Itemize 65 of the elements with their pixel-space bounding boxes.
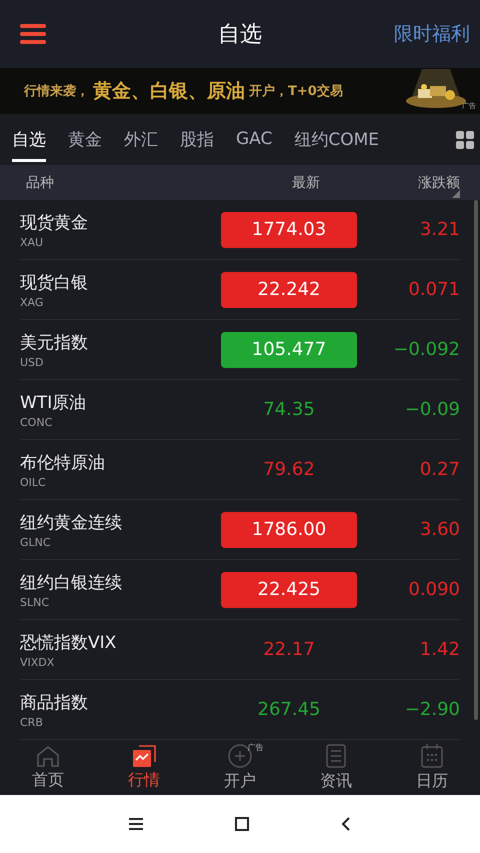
grid-icon[interactable] [456, 130, 474, 148]
calendar-icon [421, 744, 443, 768]
price-text: 74.35 [263, 399, 315, 420]
price-badge: 1786.00 [221, 512, 357, 548]
instrument-code: XAG [20, 296, 44, 308]
category-tab[interactable]: GAC [236, 119, 272, 160]
instrument-name: 现货白银 [20, 272, 89, 294]
change-text: −0.09 [404, 399, 460, 420]
column-header[interactable]: 涨跌额 [402, 174, 460, 192]
ad-tag: 广告 [248, 742, 264, 753]
instrument-code: USD [20, 356, 45, 368]
instrument-name: WTI原油 [20, 392, 88, 414]
category-tab[interactable]: 纽约COME [294, 118, 380, 162]
instrument-code: GLNC [20, 536, 52, 548]
price-badge: 22.242 [221, 272, 357, 308]
sort-icon [452, 190, 460, 198]
instrument-code: CONC [20, 416, 54, 428]
promo-link[interactable]: 限时福利 [394, 21, 470, 47]
page-title: 自选 [218, 21, 262, 49]
instrument-code: XAU [20, 236, 44, 248]
price-badge: 22.425 [221, 572, 357, 608]
instrument-code: OILC [20, 476, 47, 488]
instrument-code: VIXDX [20, 656, 56, 668]
instrument-name: 美元指数 [20, 332, 89, 354]
instrument-code: SLNC [20, 596, 50, 608]
instrument-name: 商品指数 [20, 692, 89, 714]
nav-tab[interactable]: 日历 [384, 740, 480, 795]
chart-icon [132, 744, 156, 766]
instrument-code: CRB [20, 716, 44, 728]
back-icon[interactable] [341, 817, 351, 831]
home-icon [36, 744, 60, 766]
category-tab[interactable]: 股指 [180, 118, 214, 162]
change-text: −0.092 [392, 339, 460, 360]
column-header: 品种 [26, 174, 55, 192]
instrument-name: 布伦特原油 [20, 452, 106, 474]
category-tab[interactable]: 外汇 [124, 118, 158, 162]
home-square-icon[interactable] [235, 817, 249, 831]
change-text: 0.27 [418, 459, 460, 480]
banner-headline: 黄金、白银、原油 [93, 79, 245, 104]
instrument-name: 恐慌指数VIX [20, 632, 118, 654]
column-header: 最新 [292, 174, 321, 192]
price-text: 267.45 [258, 699, 320, 720]
instrument-name: 现货黄金 [20, 212, 89, 234]
nav-tab[interactable]: 首页 [0, 740, 96, 795]
instrument-name: 纽约白银连续 [20, 572, 123, 594]
price-badge: 1774.03 [221, 212, 357, 248]
price-text: 22.17 [263, 639, 315, 660]
change-text: −2.90 [404, 699, 460, 720]
change-text: 0.090 [407, 579, 460, 600]
change-text: 3.21 [418, 219, 460, 240]
price-text: 79.62 [263, 459, 315, 480]
nav-tab[interactable]: 行情 [96, 740, 192, 795]
document-icon [326, 744, 346, 768]
change-text: 3.60 [418, 519, 460, 540]
menu-icon[interactable] [129, 818, 143, 830]
change-text: 0.071 [407, 279, 460, 300]
category-tab[interactable]: 黄金 [68, 118, 102, 162]
banner-tail-text: 开户，T+0交易 [249, 82, 343, 100]
banner-lead-text: 行情来袭， [24, 82, 89, 100]
nav-tab[interactable]: 广告 开户 [192, 740, 288, 795]
price-badge: 105.477 [221, 332, 357, 368]
instrument-name: 纽约黄金连续 [20, 512, 123, 534]
nav-tab[interactable]: 资讯 [288, 740, 384, 795]
category-tab[interactable]: 自选 [12, 118, 46, 162]
change-text: 1.42 [418, 639, 460, 660]
